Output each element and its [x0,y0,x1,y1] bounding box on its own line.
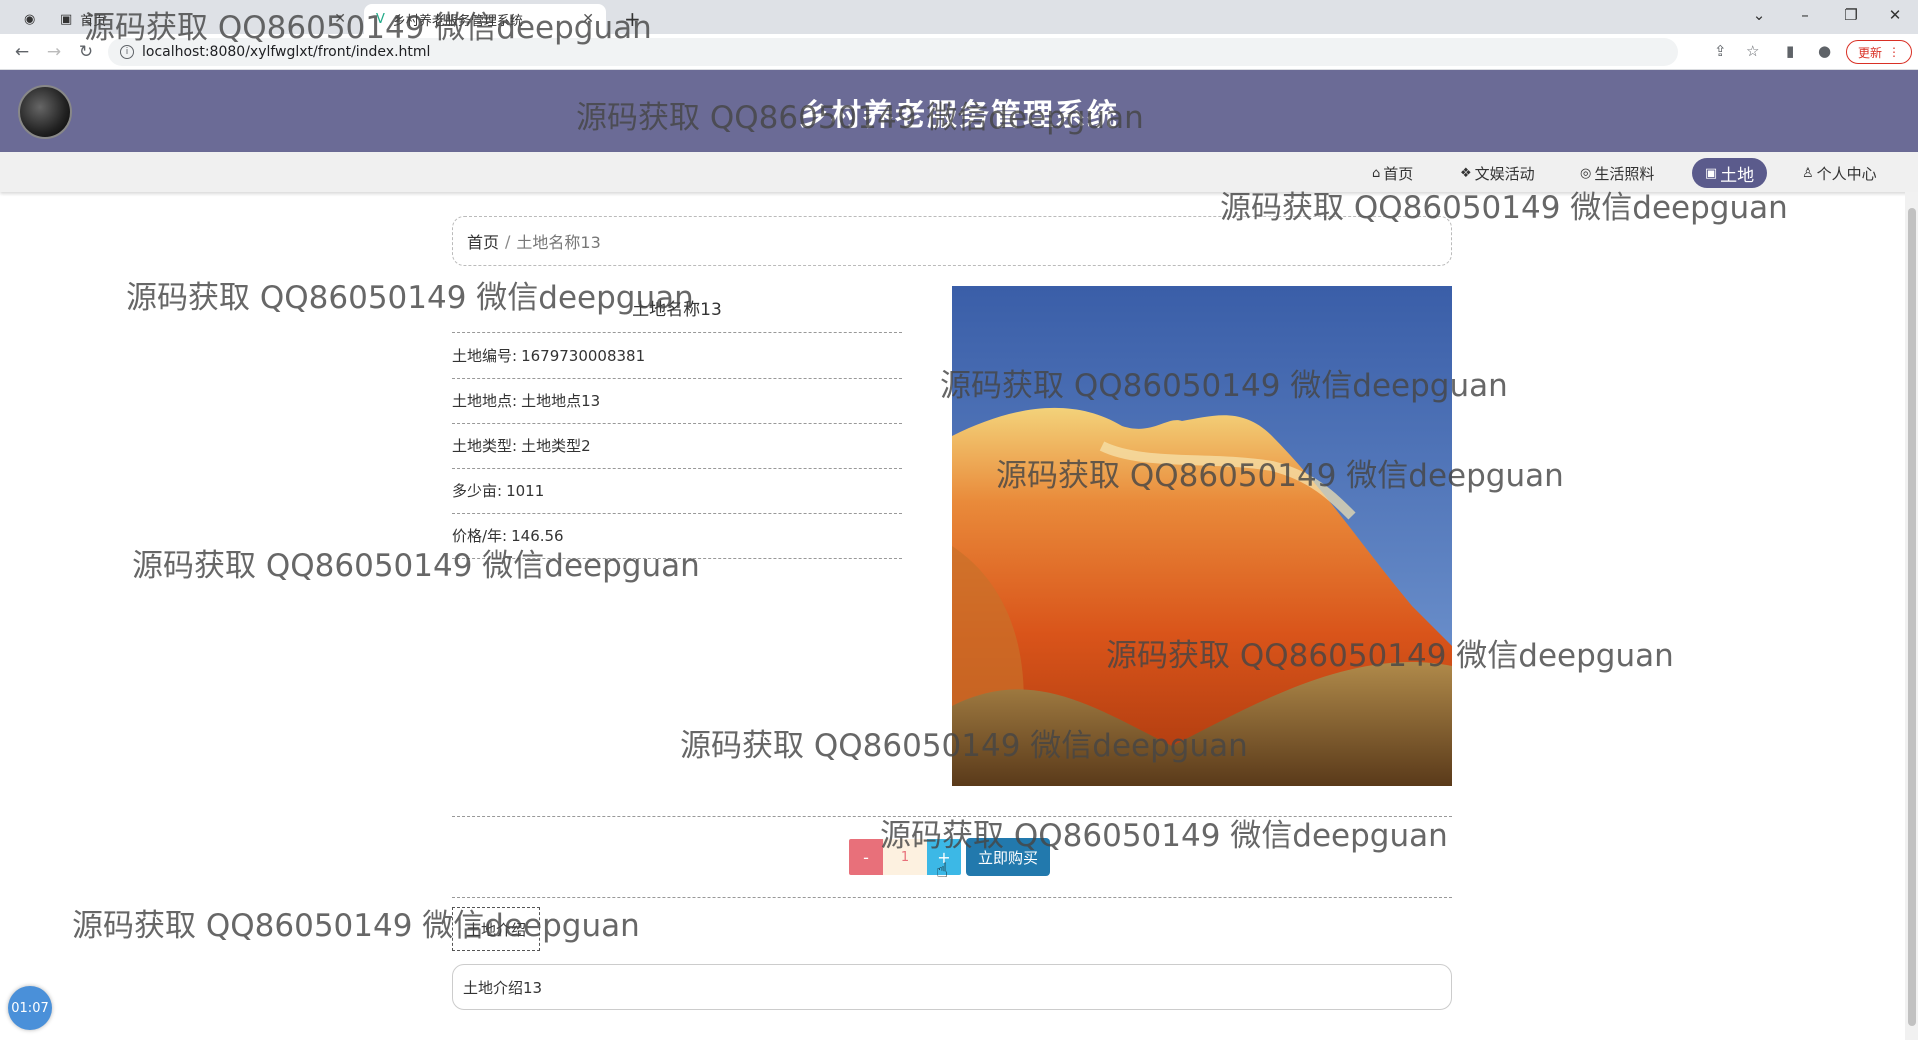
address-bar[interactable]: i localhost:8080/xylfwglxt/front/index.h… [108,38,1678,66]
detail-row-land-type: 土地类型: 土地类型2 [452,424,902,469]
nav-item-label: 文娱活动 [1474,164,1535,183]
breadcrumb-current: 土地名称13 [516,233,601,252]
side-panel-icon[interactable]: ▮ [1786,42,1794,60]
watermark-text: 源码获取 QQ86050149 微信deepguan [72,908,640,944]
close-window-icon[interactable]: ✕ [1872,0,1918,30]
site-title: 乡村养老服务管理系统 [799,98,1119,133]
tab-close-icon[interactable]: ✕ [582,11,594,27]
nav-item-label: 首页 [1383,164,1414,183]
detail-value: 1011 [506,482,545,500]
update-button[interactable]: 更新 ⋮ [1846,40,1912,64]
detail-row-price: 价格/年: 146.56 [452,514,902,559]
detail-value: 146.56 [511,527,564,545]
update-label: 更新 [1857,45,1882,60]
layers-icon: ❖ [1460,165,1472,181]
section-divider [452,897,1452,898]
reload-icon[interactable]: ↻ [74,40,98,64]
url-text: localhost:8080/xylfwglxt/front/index.htm… [142,44,431,60]
gift-icon: ▣ [1704,165,1718,181]
land-photo-image [952,286,1452,786]
breadcrumb-separator: / [505,231,511,251]
nav-item-land[interactable]: ▣ 土地 [1692,158,1767,188]
new-tab-icon[interactable]: + [612,4,642,34]
browser-toolbar: ← → ↻ i localhost:8080/xylfwglxt/front/i… [0,34,1918,70]
browser-tab-bar: ◉ ▣ 首页 ✕ V 乡村养老服务管理系统 ✕ + ⌄ – ❐ ✕ [0,0,1918,34]
nav-item-life-care[interactable]: ◎ 生活照料 [1568,158,1666,188]
land-photo [952,286,1452,786]
profile-icon[interactable]: ● [1818,42,1831,60]
site-info-icon[interactable]: i [120,45,134,59]
detail-row-acreage: 多少亩: 1011 [452,469,902,514]
quantity-input[interactable] [883,839,927,875]
tab-favicon-icon: ▣ [60,11,73,27]
page-scrollbar[interactable] [1905,192,1918,1040]
detail-label: 价格/年: [452,527,508,545]
detail-value: 土地类型2 [521,437,591,455]
browser-tab-active[interactable]: V 乡村养老服务管理系统 ✕ [364,4,606,34]
site-header: 乡村养老服务管理系统 [0,70,1918,152]
detail-row-land-location: 土地地点: 土地地点13 [452,379,902,424]
detail-label: 土地类型: [452,437,518,455]
palette-icon: ◎ [1580,165,1592,181]
share-icon[interactable]: ⇪ [1714,42,1727,60]
tab-land-intro[interactable]: 土地介绍 [452,907,540,951]
back-icon[interactable]: ← [10,40,34,64]
breadcrumb-home-link[interactable]: 首页 [467,229,499,253]
bookmark-star-icon[interactable]: ☆ [1746,42,1759,60]
breadcrumb: 首页 / 土地名称13 [452,216,1452,266]
land-intro-content: 土地介绍13 [452,964,1452,1010]
detail-value: 土地地点13 [521,392,601,410]
home-icon: ⌂ [1372,165,1381,181]
restore-icon[interactable]: ❐ [1828,0,1874,30]
scrollbar-thumb[interactable] [1908,208,1916,1026]
section-divider [452,816,1452,817]
browser-tab-home[interactable]: ▣ 首页 ✕ [48,4,358,34]
tab-label: 首页 [80,13,107,29]
user-icon: ♙ [1802,165,1814,181]
tab-label: 乡村养老服务管理系统 [392,13,523,29]
mouse-cursor-icon: ☝ [936,858,949,882]
tab-search-icon[interactable]: ⌄ [1736,0,1782,30]
more-vert-icon: ⋮ [1888,45,1900,59]
detail-title: 土地名称13 [452,287,902,333]
nav-item-label: 生活照料 [1594,164,1655,183]
chrome-menu-icon[interactable]: ◉ [12,4,42,34]
forward-icon[interactable]: → [42,40,66,64]
tab-close-icon[interactable]: ✕ [334,11,346,27]
nav-item-home[interactable]: ⌂ 首页 [1360,158,1425,188]
main-nav: ⌂ 首页 ❖ 文娱活动 ◎ 生活照料 ▣ 土地 ♙ 个人中心 [0,152,1918,192]
detail-label: 多少亩: [452,482,503,500]
detail-value: 1679730008381 [521,347,646,365]
nav-item-activities[interactable]: ❖ 文娱活动 [1448,158,1547,188]
tab-favicon-icon: V [376,11,385,27]
buy-now-button[interactable]: 立即购买 [966,838,1050,876]
detail-label: 土地地点: [452,392,518,410]
quantity-decrease-button[interactable]: - [849,839,883,875]
nav-item-label: 土地 [1720,165,1755,186]
detail-row-land-number: 土地编号: 1679730008381 [452,334,902,379]
minimize-icon[interactable]: – [1782,0,1828,30]
detail-label: 土地编号: [452,347,518,365]
nav-item-label: 个人中心 [1816,164,1877,183]
floating-timer-badge[interactable]: 01:07 [8,986,52,1030]
nav-item-personal-center[interactable]: ♙ 个人中心 [1790,158,1889,188]
